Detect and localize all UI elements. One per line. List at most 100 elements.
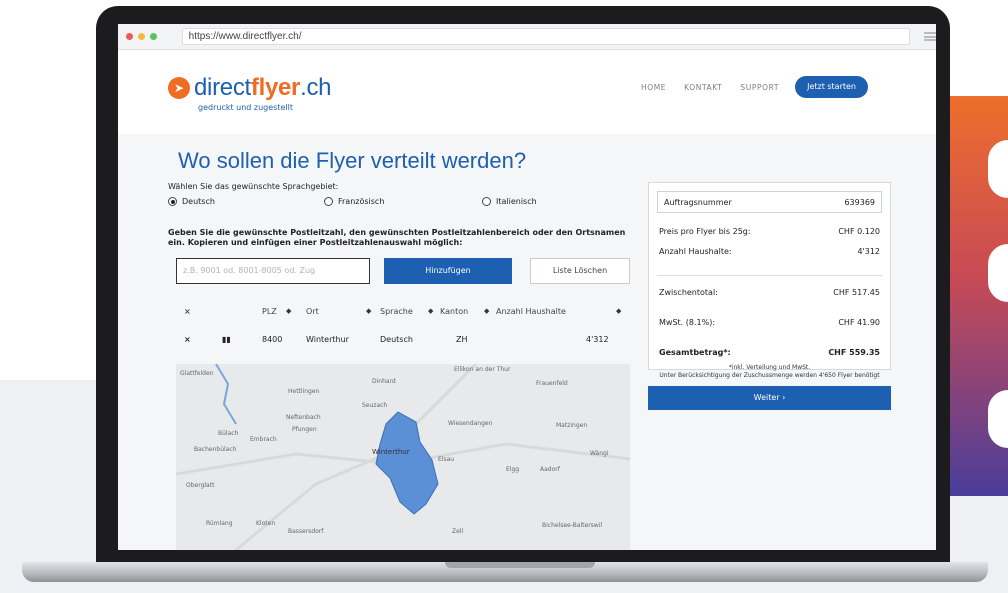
radio-deutsch[interactable]: Deutsch [168,197,215,206]
radio-italienisch[interactable]: Italienisch [482,197,537,206]
col-ort[interactable]: Ort [306,307,319,316]
households-value: 4'312 [857,247,880,256]
menu-icon[interactable] [924,32,936,41]
sort-icon[interactable]: ◆ [366,307,371,315]
map-label: Wiesendangen [448,420,493,427]
language-label: Wählen Sie das gewünschte Sprachgebiet: [168,182,339,191]
map-label: Bülach [218,430,239,437]
radio-empty-icon [324,197,333,206]
nav-kontakt[interactable]: KONTAKT [684,83,722,92]
price-row: Preis pro Flyer bis 25g: CHF 0.120 [657,225,882,239]
plz-instructions: Geben Sie die gewünschte Postleitzahl, d… [168,228,626,247]
map-label: Bichelsee-Balterswil [542,522,603,529]
map-label: Bachenbülach [194,446,237,453]
col-sprache[interactable]: Sprache [380,307,413,316]
decor-circle [988,390,1008,448]
households-row: Anzahl Haushalte: 4'312 [657,245,882,259]
browser-toolbar: https://www.directflyer.ch/ [118,24,936,50]
quantity-note: Unter Berücksichtigung der Zuschussmenge… [659,372,880,379]
vat-note: *inkl. Verteilung und MwSt. [728,364,811,371]
logo-wordmark: directflyer.ch [194,74,332,101]
close-window-dot[interactable] [126,33,133,40]
cell-plz: 8400 [262,335,283,344]
table-header: × PLZ ◆ Ort ◆ Sprache ◆ Kanton ◆ Anzahl … [176,302,636,322]
language-radio-group: Deutsch Französisch Italienisch [168,197,568,211]
map-label: Glattfelden [180,370,214,377]
map-label: Bassersdorf [288,528,324,535]
map-label: Seuzach [362,402,388,409]
order-summary-panel: Auftragsnummer 639369 Preis pro Flyer bi… [648,182,891,379]
map-icon[interactable]: ▮▮ [222,335,231,344]
price-label: Preis pro Flyer bis 25g: [659,227,751,236]
map-label: Oberglatt [186,482,215,489]
cell-kanton: ZH [456,335,468,344]
add-button[interactable]: Hinzufügen [384,258,512,284]
order-number-label: Auftragsnummer [664,198,732,207]
river-line [215,364,237,425]
map-label: Zell [452,528,464,535]
radio-empty-icon [482,197,491,206]
nav-home[interactable]: HOME [641,83,666,92]
map-label: Embrach [250,436,277,443]
map-label: Elgg [506,466,520,473]
map-label: Frauenfeld [536,380,568,387]
main-nav: HOME KONTAKT SUPPORT Jetzt starten [623,76,868,98]
price-value: CHF 0.120 [838,227,880,236]
cell-haushalte: 4'312 [586,335,609,344]
col-kanton[interactable]: Kanton [440,307,468,316]
decor-circle [988,140,1008,198]
remove-all-icon[interactable]: × [184,307,191,316]
map-label: Winterthur [372,448,410,456]
map-label: Rümlang [206,520,233,527]
map-label: Elsau [438,456,455,463]
subtotal-row: Zwischentotal: CHF 517.45 [657,286,882,300]
total-row: Gesamtbetrag*: CHF 559.35 [657,346,882,360]
map-label: Matzingen [556,422,588,429]
cell-ort: Winterthur [306,335,349,344]
paper-plane-icon: ➤ [168,77,190,99]
sort-icon[interactable]: ◆ [484,307,489,315]
map-label: Pfungen [292,426,317,433]
laptop-notch [445,562,595,568]
decor-circle [988,244,1008,302]
map-label: Hettlingen [288,388,320,395]
map-label: Dinhard [372,378,396,385]
order-number-value: 639369 [844,198,875,207]
map-label: Kloten [256,520,276,527]
site-header: ➤ directflyer.ch gedruckt und zugestellt… [118,50,936,134]
distribution-map[interactable]: Glattfelden Hettlingen Dinhard Ellikon a… [176,364,630,550]
order-number-box: Auftragsnummer 639369 [657,191,882,213]
map-label: Neftenbach [286,414,321,421]
start-now-button[interactable]: Jetzt starten [795,76,868,98]
vat-label: MwSt. (8.1%): [659,318,716,327]
table-row: × ▮▮ 8400 Winterthur Deutsch ZH 4'312 [176,330,636,350]
vat-row: MwSt. (8.1%): CHF 41.90 [657,316,882,330]
laptop-screen: https://www.directflyer.ch/ ➤ directflye… [118,24,936,550]
sort-icon[interactable]: ◆ [286,307,291,315]
clear-list-button[interactable]: Liste Löschen [530,258,630,284]
minimize-window-dot[interactable] [137,33,145,40]
maximize-window-dot[interactable] [149,33,157,40]
map-label: Wängi [590,450,609,457]
households-label: Anzahl Haushalte: [659,247,732,256]
selected-region-winterthur [375,411,439,515]
subtotal-value: CHF 517.45 [833,288,880,297]
site-logo[interactable]: ➤ directflyer.ch [168,74,332,102]
logo-tagline: gedruckt und zugestellt [198,103,293,112]
nav-support[interactable]: SUPPORT [740,83,779,92]
radio-franzoesisch[interactable]: Französisch [324,197,384,206]
divider [657,275,882,276]
total-value: CHF 559.35 [828,348,880,357]
next-button[interactable]: Weiter › [648,386,891,410]
page-title: Wo sollen die Flyer verteilt werden? [178,148,527,173]
address-bar[interactable]: https://www.directflyer.ch/ [181,28,911,45]
plz-search-input[interactable]: z.B. 9001 od. 8001-8005 od. Zug [176,258,370,284]
subtotal-label: Zwischentotal: [659,288,718,297]
map-label: Ellikon an der Thur [454,366,511,373]
sort-icon[interactable]: ◆ [616,307,621,315]
col-haushalte[interactable]: Anzahl Haushalte [496,307,566,316]
col-plz[interactable]: PLZ [262,307,277,316]
total-label: Gesamtbetrag*: [659,348,731,357]
sort-icon[interactable]: ◆ [428,307,433,315]
remove-row-icon[interactable]: × [184,335,191,344]
